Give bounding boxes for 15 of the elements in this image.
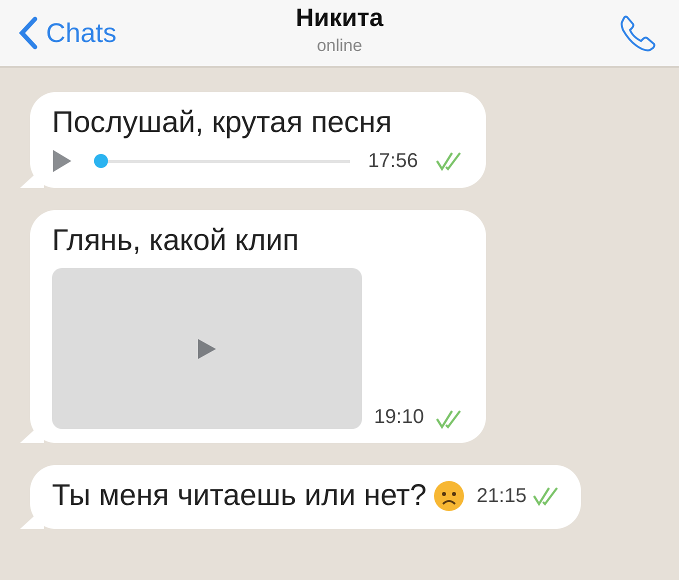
message-time: 21:15: [476, 484, 527, 508]
video-thumbnail[interactable]: [52, 268, 362, 429]
back-button[interactable]: Chats: [18, 16, 117, 50]
message-text: Послушай, крутая песня: [52, 106, 392, 139]
message-time: 17:56: [368, 150, 418, 172]
contact-name: Никита: [296, 4, 384, 33]
play-icon[interactable]: [52, 148, 72, 174]
message-text: Ты меня читаешь или нет?: [52, 479, 427, 513]
message-time: 19:10: [374, 406, 424, 429]
chevron-icon: [18, 16, 38, 50]
phone-icon[interactable]: [619, 14, 657, 52]
audio-progress-thumb[interactable]: [94, 154, 108, 168]
contact-status: online: [316, 36, 362, 56]
message-text: Глянь, какой клип: [52, 224, 299, 257]
play-icon[interactable]: [196, 338, 217, 360]
